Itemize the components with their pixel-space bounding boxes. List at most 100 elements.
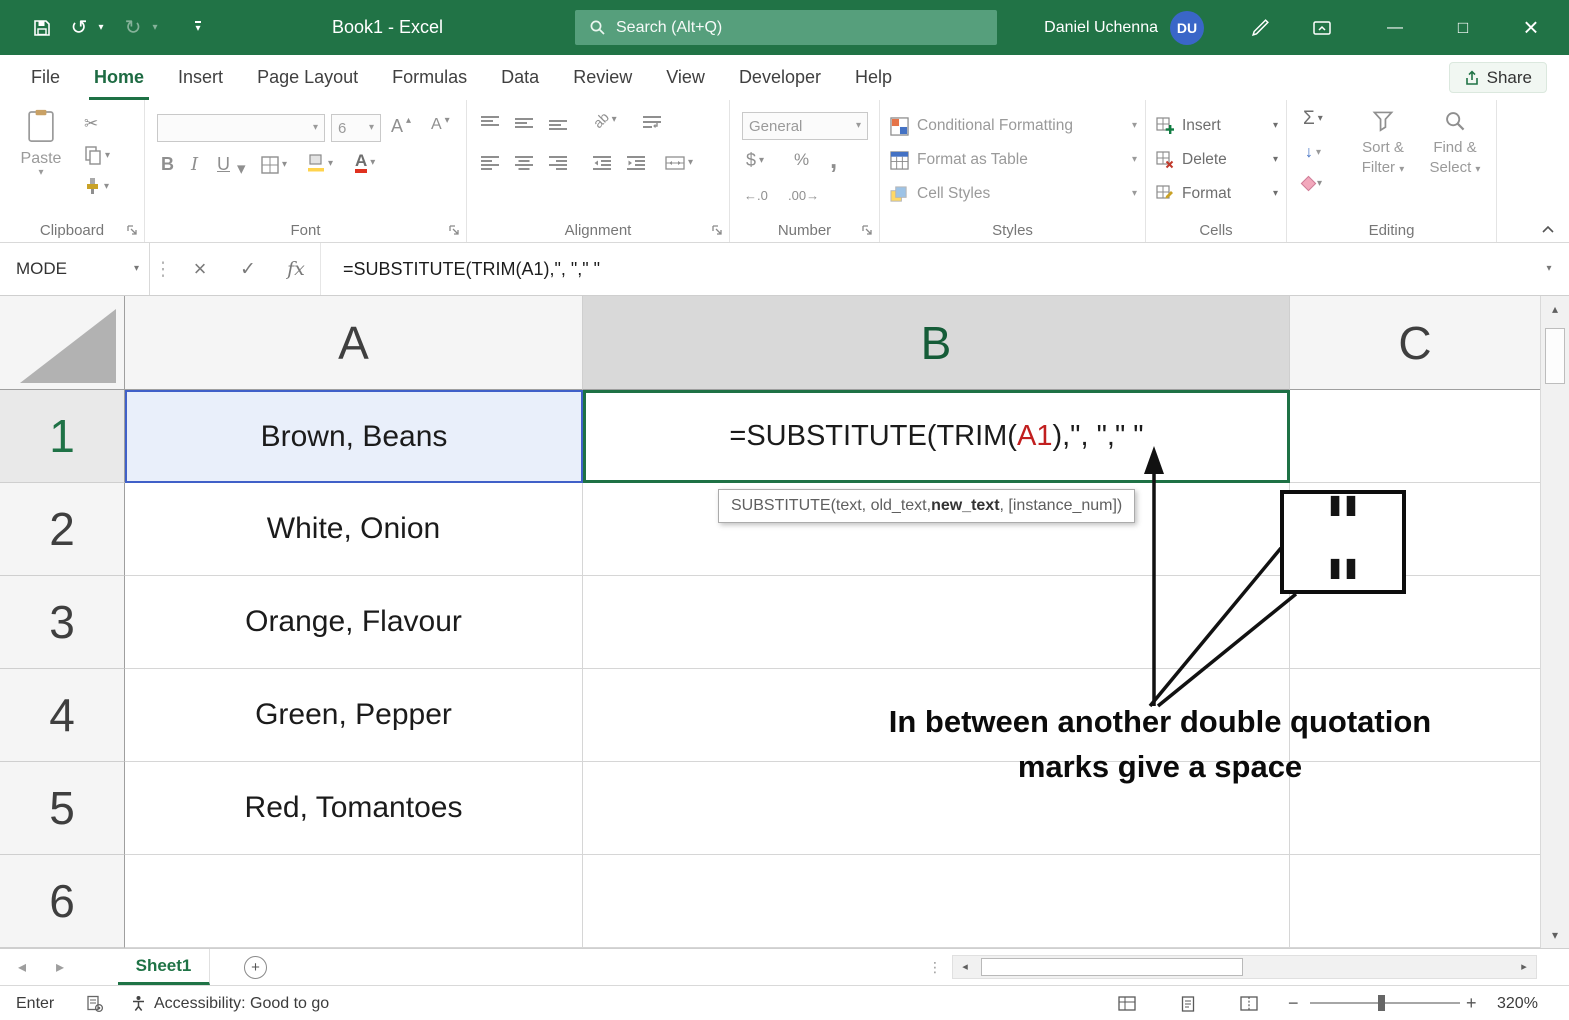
font-name-combobox[interactable]: ▾ (157, 114, 325, 142)
page-layout-view-button[interactable] (1180, 986, 1196, 1020)
tab-page-layout[interactable]: Page Layout (240, 55, 375, 100)
column-header-c[interactable]: C (1290, 296, 1540, 390)
cell-c1[interactable] (1290, 390, 1540, 483)
formula-bar-handle[interactable]: ⋮ (150, 243, 176, 295)
tab-help[interactable]: Help (838, 55, 909, 100)
undo-dropdown[interactable]: ▾ (94, 0, 108, 55)
page-break-preview-button[interactable] (1240, 986, 1258, 1020)
cut-button[interactable]: ✂ (84, 114, 98, 134)
save-button[interactable] (24, 0, 60, 55)
cell-a4[interactable]: Green, Pepper (125, 669, 583, 762)
copy-button[interactable]: ▾ (84, 146, 110, 165)
number-dialog-launcher[interactable] (861, 224, 873, 236)
cell-a3[interactable]: Orange, Flavour (125, 576, 583, 669)
alignment-dialog-launcher[interactable] (711, 224, 723, 236)
row-header-2[interactable]: 2 (0, 483, 125, 576)
align-middle-button[interactable] (515, 116, 533, 130)
cell-b1-editing[interactable]: =SUBSTITUTE(TRIM(A1),", "," " (583, 390, 1290, 483)
zoom-in-button[interactable]: + (1466, 986, 1477, 1020)
ribbon-display-options-button[interactable] (1302, 0, 1342, 55)
scroll-left-button[interactable]: ◂ (953, 956, 977, 978)
cell-a1[interactable]: Brown, Beans (125, 390, 583, 483)
cell-b3[interactable] (583, 576, 1290, 669)
minimize-button[interactable]: — (1370, 0, 1420, 55)
search-box[interactable]: Search (Alt+Q) (575, 10, 997, 45)
align-right-button[interactable] (549, 156, 567, 170)
italic-button[interactable]: I (191, 154, 198, 175)
column-header-b[interactable]: B (583, 296, 1290, 390)
zoom-slider-thumb[interactable] (1378, 995, 1385, 1011)
fill-color-button[interactable]: ▾ (307, 154, 333, 173)
accessibility-checker[interactable]: Accessibility: Good to go (130, 986, 329, 1020)
tab-home[interactable]: Home (77, 55, 161, 100)
new-sheet-button[interactable]: + (244, 956, 267, 979)
underline-button[interactable]: U (217, 154, 230, 175)
paste-button[interactable]: Paste ▾ (10, 108, 72, 178)
cell-a5[interactable]: Red, Tomantoes (125, 762, 583, 855)
bold-button[interactable]: B (161, 154, 174, 175)
fill-button[interactable]: ↓▾ (1305, 144, 1321, 162)
next-sheet-button[interactable]: ▸ (56, 949, 64, 986)
font-dialog-launcher[interactable] (448, 224, 460, 236)
decrease-indent-button[interactable] (593, 156, 611, 170)
cell-b6[interactable] (583, 855, 1290, 948)
increase-indent-button[interactable] (627, 156, 645, 170)
comma-style-button[interactable]: , (830, 144, 837, 175)
customize-quick-access-button[interactable]: ▾ (188, 0, 208, 55)
align-left-button[interactable] (481, 156, 499, 170)
insert-cells-button[interactable]: Insert ▾ (1156, 112, 1278, 140)
cell-styles-button[interactable]: Cell Styles ▾ (890, 180, 1137, 208)
font-size-combobox[interactable]: 6▾ (331, 114, 381, 142)
maximize-button[interactable]: □ (1438, 0, 1488, 55)
wrap-text-button[interactable] (643, 116, 661, 130)
avatar[interactable]: DU (1170, 11, 1204, 45)
accounting-format-button[interactable]: $▾ (746, 150, 764, 171)
tab-data[interactable]: Data (484, 55, 556, 100)
tab-insert[interactable]: Insert (161, 55, 240, 100)
shrink-font-button[interactable]: A▾ (431, 116, 450, 134)
format-painter-button[interactable]: ▾ (84, 178, 109, 195)
vertical-scroll-thumb[interactable] (1545, 328, 1565, 384)
collapse-ribbon-button[interactable] (1541, 224, 1555, 234)
previous-sheet-button[interactable]: ◂ (18, 949, 26, 986)
tab-view[interactable]: View (649, 55, 722, 100)
horizontal-scrollbar[interactable]: ◂ ▸ (952, 955, 1537, 979)
insert-function-button[interactable]: fx (272, 243, 320, 295)
row-header-3[interactable]: 3 (0, 576, 125, 669)
format-as-table-button[interactable]: Format as Table ▾ (890, 146, 1137, 174)
redo-dropdown[interactable]: ▾ (148, 0, 162, 55)
sort-filter-button[interactable]: Sort & Filter ▾ (1349, 106, 1417, 212)
tab-formulas[interactable]: Formulas (375, 55, 484, 100)
underline-dropdown[interactable]: ▾ (237, 160, 246, 177)
grow-font-button[interactable]: A▴ (391, 116, 411, 137)
cell-a6[interactable] (125, 855, 583, 948)
undo-button[interactable]: ↺ (64, 0, 94, 55)
pen-tools-button[interactable] (1240, 0, 1280, 55)
merge-center-button[interactable]: ▾ (665, 156, 693, 170)
enter-button[interactable]: ✓ (224, 243, 272, 295)
increase-decimal-button[interactable]: ←.0 (744, 188, 768, 203)
conditional-formatting-button[interactable]: Conditional Formatting ▾ (890, 112, 1137, 140)
align-bottom-button[interactable] (549, 116, 567, 130)
name-box[interactable]: MODE ▾ (0, 243, 150, 295)
column-header-a[interactable]: A (125, 296, 583, 390)
close-button[interactable]: × (1506, 0, 1556, 55)
font-color-button[interactable]: A ▾ (355, 152, 375, 173)
row-header-4[interactable]: 4 (0, 669, 125, 762)
format-cells-button[interactable]: Format ▾ (1156, 180, 1278, 208)
percent-style-button[interactable]: % (794, 150, 809, 170)
align-center-button[interactable] (515, 156, 533, 170)
borders-button[interactable]: ▾ (261, 156, 287, 174)
tab-file[interactable]: File (14, 55, 77, 100)
row-header-1[interactable]: 1 (0, 390, 125, 483)
clipboard-dialog-launcher[interactable] (126, 224, 138, 236)
formula-input[interactable]: =SUBSTITUTE(TRIM(A1),", "," " (320, 243, 1529, 295)
number-format-combobox[interactable]: General▾ (742, 112, 868, 140)
find-select-button[interactable]: Find & Select ▾ (1421, 106, 1489, 212)
normal-view-button[interactable] (1118, 986, 1136, 1020)
align-top-button[interactable] (481, 116, 499, 130)
decrease-decimal-button[interactable]: .00→ (788, 188, 819, 203)
expand-formula-bar-button[interactable]: ▾ (1529, 243, 1569, 295)
cell-a2[interactable]: White, Onion (125, 483, 583, 576)
scroll-right-button[interactable]: ▸ (1512, 956, 1536, 978)
